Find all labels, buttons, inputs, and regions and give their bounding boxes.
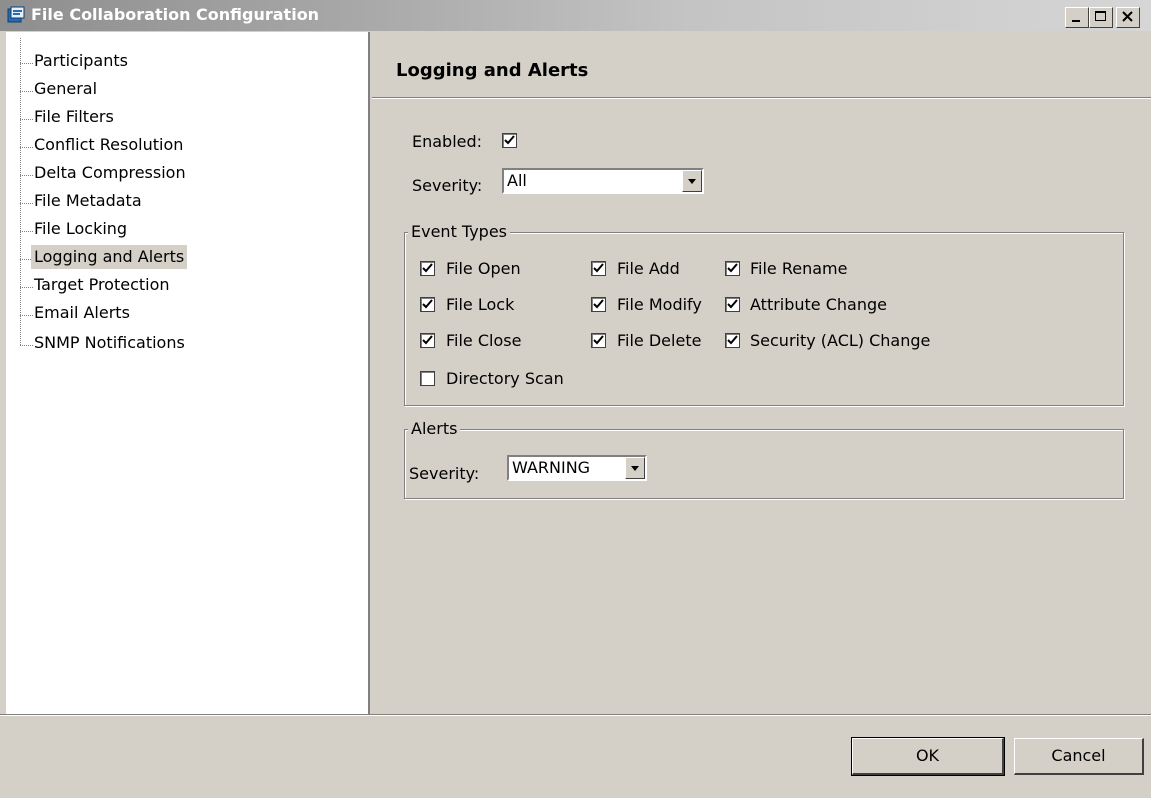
event-types-title: Event Types bbox=[408, 222, 511, 241]
check-icon bbox=[727, 263, 738, 273]
file-close-checkbox[interactable] bbox=[420, 333, 435, 348]
enabled-checkbox[interactable] bbox=[502, 133, 517, 148]
tree-item-email-alerts[interactable]: Email Alerts bbox=[34, 301, 130, 325]
alerts-severity-dropdown-button[interactable] bbox=[625, 457, 645, 479]
attribute-change-label: Attribute Change bbox=[750, 295, 887, 314]
file-open-checkbox[interactable] bbox=[420, 261, 435, 276]
chevron-down-icon bbox=[688, 179, 696, 184]
header-divider bbox=[372, 97, 1151, 99]
tree-item-file-metadata[interactable]: File Metadata bbox=[34, 189, 142, 213]
alerts-severity-value: WARNING bbox=[512, 458, 591, 477]
check-icon bbox=[593, 299, 604, 309]
severity-value: All bbox=[507, 171, 527, 190]
file-rename-label: File Rename bbox=[750, 259, 848, 278]
check-icon bbox=[593, 263, 604, 273]
tree-item-file-locking[interactable]: File Locking bbox=[34, 217, 127, 241]
file-open-label: File Open bbox=[446, 259, 521, 278]
file-delete-label: File Delete bbox=[617, 331, 702, 350]
alerts-severity-label: Severity: bbox=[409, 464, 480, 483]
file-modify-label: File Modify bbox=[617, 295, 702, 314]
page-title: Logging and Alerts bbox=[396, 60, 589, 81]
tree-connector-lines bbox=[20, 38, 33, 346]
minimize-button[interactable] bbox=[1065, 7, 1089, 28]
security-acl-change-checkbox[interactable] bbox=[725, 333, 740, 348]
file-modify-checkbox[interactable] bbox=[591, 297, 606, 312]
cancel-button[interactable]: Cancel bbox=[1014, 738, 1144, 775]
file-close-label: File Close bbox=[446, 331, 522, 350]
tree-item-conflict-resolution[interactable]: Conflict Resolution bbox=[34, 133, 183, 157]
file-delete-checkbox[interactable] bbox=[591, 333, 606, 348]
app-config-icon bbox=[7, 6, 25, 23]
check-icon bbox=[422, 299, 433, 309]
event-types-group: Event Types File Open File Add File Rena… bbox=[404, 222, 1124, 406]
check-icon bbox=[727, 299, 738, 309]
minimize-icon bbox=[1072, 20, 1080, 22]
alerts-group: Alerts Severity: WARNING bbox=[404, 419, 1124, 499]
security-acl-change-label: Security (ACL) Change bbox=[750, 331, 931, 350]
chevron-down-icon bbox=[631, 466, 639, 471]
close-button[interactable] bbox=[1116, 7, 1140, 28]
tree-item-participants[interactable]: Participants bbox=[34, 49, 128, 73]
check-icon bbox=[504, 135, 515, 145]
settings-panel: Logging and Alerts Enabled: Severity: Al… bbox=[372, 32, 1151, 714]
file-rename-checkbox[interactable] bbox=[725, 261, 740, 276]
alerts-title: Alerts bbox=[408, 419, 461, 438]
tree-item-delta-compression[interactable]: Delta Compression bbox=[34, 161, 186, 185]
check-icon bbox=[422, 263, 433, 273]
file-add-label: File Add bbox=[617, 259, 680, 278]
tree-item-file-filters[interactable]: File Filters bbox=[34, 105, 114, 129]
alerts-severity-select[interactable]: WARNING bbox=[507, 455, 647, 481]
check-icon bbox=[593, 335, 604, 345]
title-bar[interactable]: File Collaboration Configuration bbox=[0, 0, 1151, 31]
navigation-tree[interactable]: Participants General File Filters Confli… bbox=[6, 32, 370, 714]
config-window: File Collaboration Configuration Partici… bbox=[0, 0, 1151, 798]
footer-divider bbox=[0, 714, 1151, 716]
attribute-change-checkbox[interactable] bbox=[725, 297, 740, 312]
tree-item-target-protection[interactable]: Target Protection bbox=[34, 273, 170, 297]
file-lock-checkbox[interactable] bbox=[420, 297, 435, 312]
directory-scan-checkbox[interactable] bbox=[420, 371, 435, 386]
file-add-checkbox[interactable] bbox=[591, 261, 606, 276]
close-icon bbox=[1122, 11, 1133, 22]
check-icon bbox=[422, 335, 433, 345]
tree-item-logging-and-alerts[interactable]: Logging and Alerts bbox=[31, 245, 188, 269]
tree-item-general[interactable]: General bbox=[34, 77, 97, 101]
directory-scan-label: Directory Scan bbox=[446, 369, 564, 388]
severity-select[interactable]: All bbox=[502, 168, 704, 194]
tree-item-snmp-notifications[interactable]: SNMP Notifications bbox=[34, 331, 185, 355]
enabled-label: Enabled: bbox=[412, 132, 483, 151]
maximize-button[interactable] bbox=[1089, 7, 1113, 28]
window-title: File Collaboration Configuration bbox=[31, 5, 320, 24]
maximize-icon bbox=[1095, 11, 1106, 21]
severity-label: Severity: bbox=[412, 176, 483, 195]
file-lock-label: File Lock bbox=[446, 295, 515, 314]
check-icon bbox=[727, 335, 738, 345]
ok-button[interactable]: OK bbox=[851, 737, 1005, 776]
severity-dropdown-button[interactable] bbox=[682, 170, 702, 192]
